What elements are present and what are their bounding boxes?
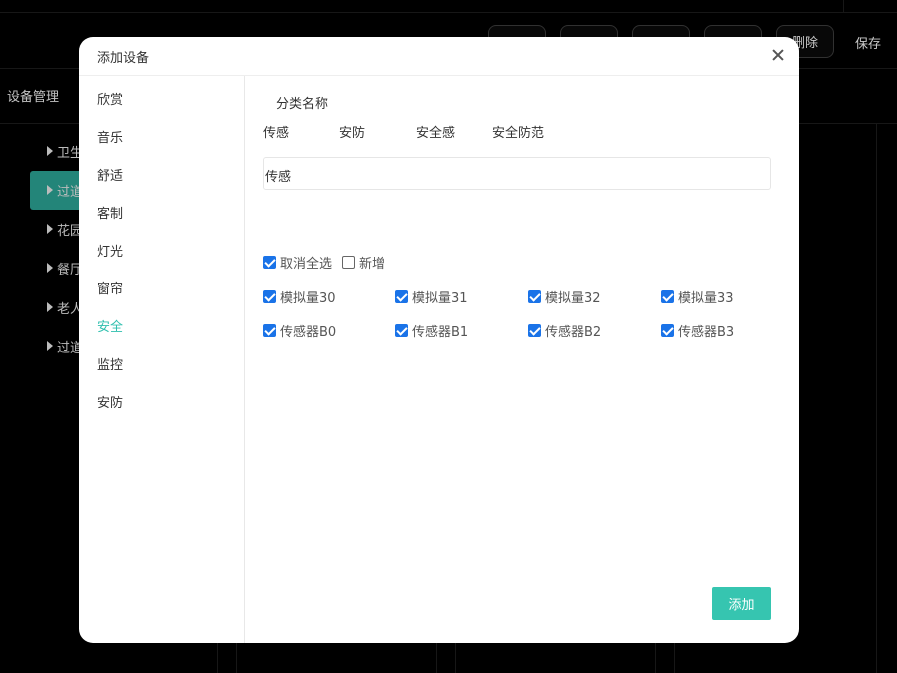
add-device-dialog: 添加设备 欣赏 音乐 舒适 客制 灯光 窗帘 安全 监控 安防 分类名称 传感 … — [79, 37, 799, 643]
category-tag[interactable]: 安全防范 — [492, 122, 544, 141]
select-all-checkbox[interactable]: 取消全选 — [263, 253, 332, 272]
checkbox-label: 传感器B3 — [678, 325, 735, 340]
category-item[interactable]: 安防 — [97, 392, 123, 411]
category-item[interactable]: 监控 — [97, 354, 123, 373]
category-item-active[interactable]: 安全 — [97, 316, 123, 335]
checkbox-label: 传感器B0 — [280, 325, 337, 340]
dialog-content: 分类名称 传感 安防 安全感 安全防范 传感 取消全选 新增 模拟量30 模拟量… — [245, 76, 799, 643]
checkbox-label: 模拟量33 — [678, 291, 734, 306]
device-checkbox[interactable]: 传感器B3 — [661, 321, 734, 340]
category-tag[interactable]: 传感 — [263, 122, 289, 141]
add-button[interactable]: 添加 — [712, 587, 771, 620]
checkbox-icon — [528, 290, 541, 303]
category-item[interactable]: 窗帘 — [97, 278, 123, 297]
device-checkbox[interactable]: 传感器B0 — [263, 321, 336, 340]
checkbox-icon — [342, 256, 355, 269]
checkbox-label: 取消全选 — [280, 257, 333, 272]
checkbox-icon — [263, 256, 276, 269]
close-icon[interactable] — [769, 46, 787, 64]
category-sidebar: 欣赏 音乐 舒适 客制 灯光 窗帘 安全 监控 安防 — [79, 76, 245, 643]
dialog-title: 添加设备 — [97, 51, 150, 66]
checkbox-label: 模拟量31 — [412, 291, 468, 306]
category-name-label: 分类名称 — [276, 97, 329, 112]
checkbox-icon — [528, 324, 541, 337]
checkbox-icon — [395, 290, 408, 303]
category-item[interactable]: 舒适 — [97, 165, 123, 184]
checkbox-label: 新增 — [359, 257, 386, 272]
device-checkbox[interactable]: 模拟量30 — [263, 287, 336, 306]
category-item[interactable]: 音乐 — [97, 127, 123, 146]
checkbox-icon — [263, 290, 276, 303]
checkbox-label: 模拟量32 — [545, 291, 601, 306]
checkbox-label: 模拟量30 — [280, 291, 336, 306]
category-item[interactable]: 灯光 — [97, 241, 123, 260]
checkbox-label: 传感器B2 — [545, 325, 602, 340]
device-checkbox[interactable]: 传感器B2 — [528, 321, 601, 340]
device-checkbox[interactable]: 模拟量33 — [661, 287, 734, 306]
category-tag[interactable]: 安防 — [339, 122, 365, 141]
category-item[interactable]: 客制 — [97, 203, 123, 222]
checkbox-label: 传感器B1 — [412, 325, 469, 340]
category-tag[interactable]: 安全感 — [416, 122, 455, 141]
new-item-checkbox[interactable]: 新增 — [342, 253, 385, 272]
checkbox-icon — [661, 290, 674, 303]
category-name-input[interactable]: 传感 — [263, 157, 771, 190]
category-item[interactable]: 欣赏 — [97, 89, 123, 108]
device-checkbox[interactable]: 传感器B1 — [395, 321, 468, 340]
dialog-header: 添加设备 — [79, 37, 799, 76]
input-value: 传感 — [265, 170, 292, 185]
device-checkbox[interactable]: 模拟量31 — [395, 287, 468, 306]
device-checkbox[interactable]: 模拟量32 — [528, 287, 601, 306]
checkbox-icon — [661, 324, 674, 337]
checkbox-icon — [395, 324, 408, 337]
checkbox-icon — [263, 324, 276, 337]
